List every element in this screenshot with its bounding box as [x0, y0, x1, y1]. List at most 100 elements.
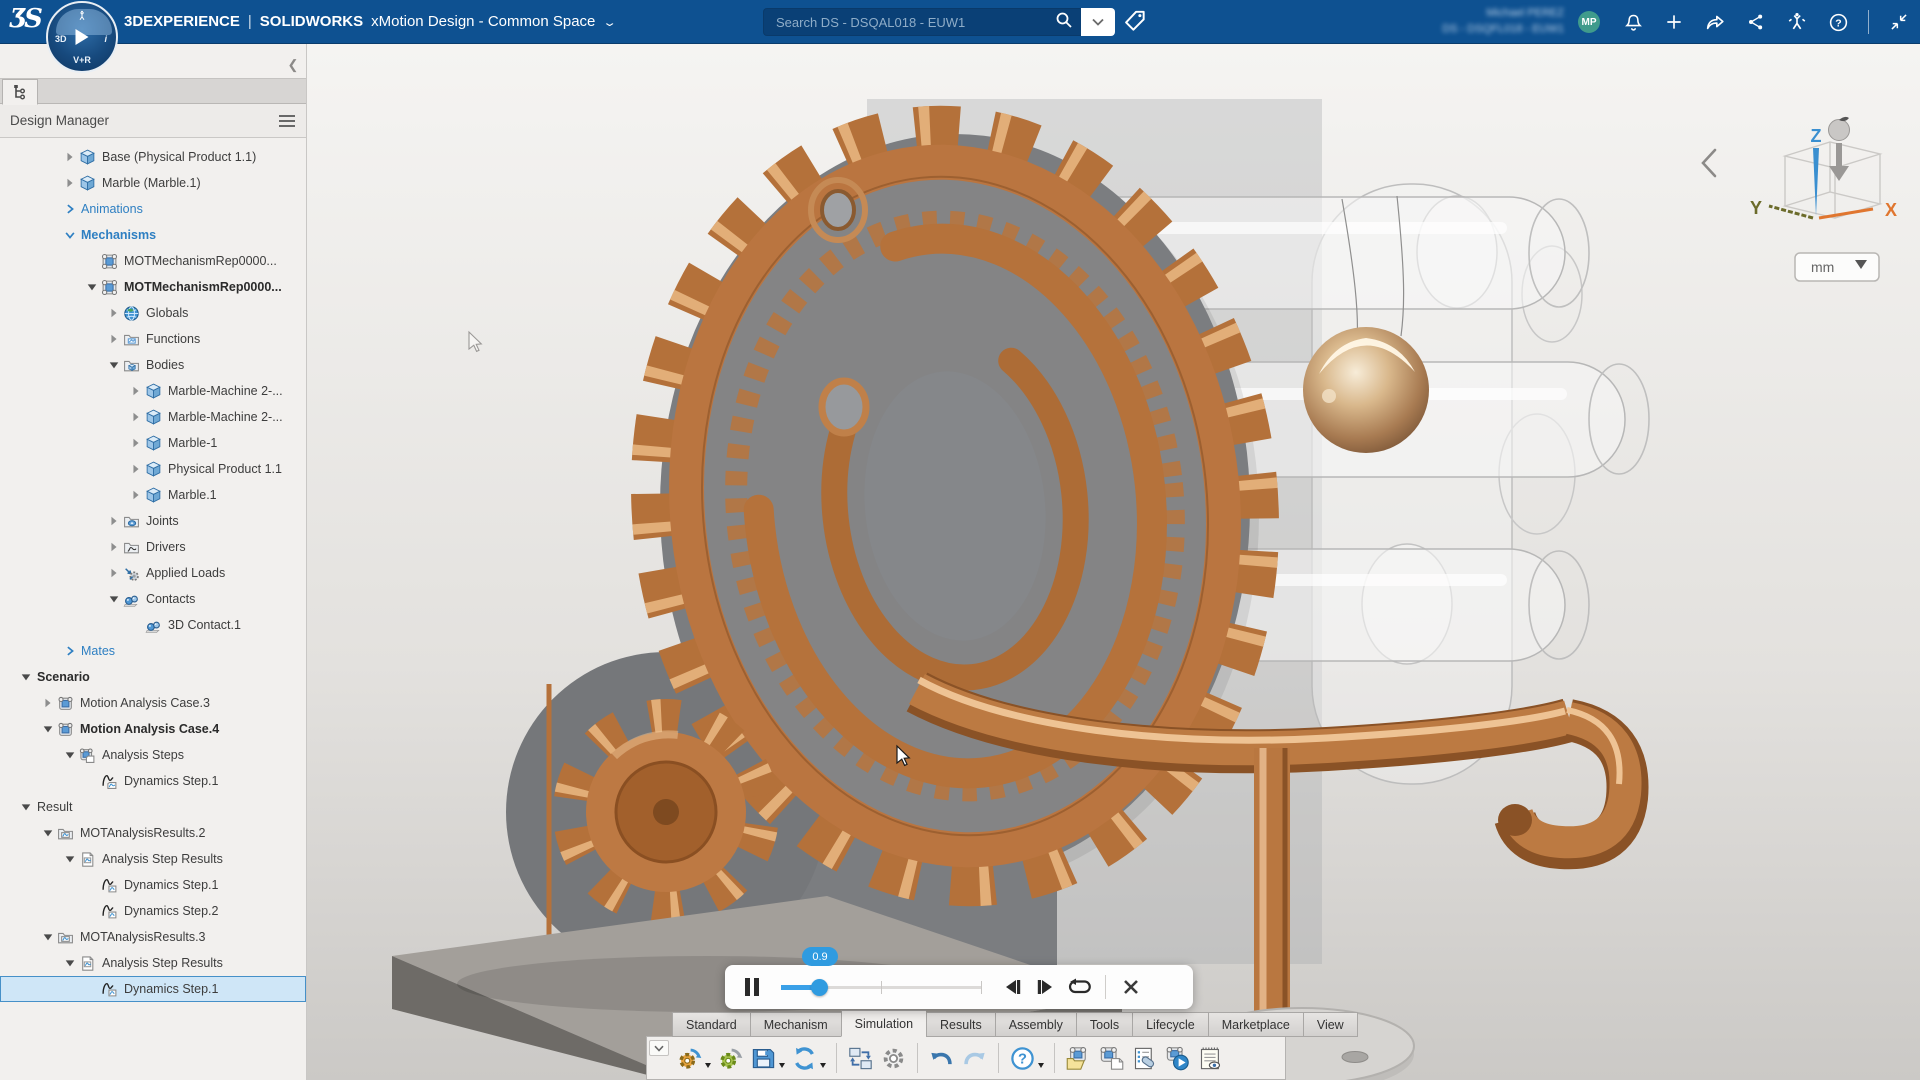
search-icon[interactable] [1055, 11, 1081, 34]
units-dropdown[interactable]: mm [1795, 253, 1879, 281]
tree-item[interactable]: Marble-Machine 2-... [0, 378, 306, 404]
help-icon[interactable]: ? [1827, 11, 1849, 33]
report-button[interactable] [1194, 1040, 1227, 1076]
tree-item[interactable]: Animations [0, 196, 306, 222]
tree-expand-arrow-icon[interactable] [20, 800, 35, 814]
tree-expand-arrow-icon[interactable] [130, 462, 145, 476]
share-icon[interactable] [1704, 11, 1726, 33]
close-player-button[interactable] [1114, 970, 1148, 1004]
notifications-bell-icon[interactable] [1622, 11, 1644, 33]
tree-expand-arrow-icon[interactable] [64, 228, 79, 242]
save-button[interactable] [747, 1040, 788, 1076]
tree-item[interactable]: Joints [0, 508, 306, 534]
tree-item[interactable]: Dynamics Step.2 [0, 898, 306, 924]
tree-item[interactable]: Physical Product 1.1 [0, 456, 306, 482]
tree-expand-arrow-icon[interactable] [130, 436, 145, 450]
tree-item[interactable]: Marble-Machine 2-... [0, 404, 306, 430]
toolbar-collapse-icon[interactable] [649, 1040, 669, 1056]
checklist-button[interactable] [1128, 1040, 1161, 1076]
tree-item[interactable]: Functions [0, 326, 306, 352]
redo-button[interactable] [958, 1040, 991, 1076]
tree-item[interactable]: Result [0, 794, 306, 820]
app-switcher-chevron-icon[interactable]: ⌄ [603, 1, 618, 45]
tree-item[interactable]: Applied Loads [0, 560, 306, 586]
tree-item[interactable]: Dynamics Step.1 [0, 976, 306, 1002]
mech-open-button[interactable] [1062, 1040, 1095, 1076]
tab-lifecycle[interactable]: Lifecycle [1132, 1012, 1208, 1037]
dropdown-arrow-icon[interactable] [705, 1063, 711, 1068]
tree-expand-arrow-icon[interactable] [64, 150, 79, 164]
search-options-dropdown[interactable] [1081, 8, 1115, 36]
tree-expand-arrow-icon[interactable] [108, 540, 123, 554]
tree-item[interactable]: Dynamics Step.1 [0, 768, 306, 794]
tree-expand-arrow-icon[interactable] [64, 644, 79, 658]
update-button[interactable] [673, 1040, 714, 1076]
tree-expand-arrow-icon[interactable] [130, 384, 145, 398]
tree-item[interactable]: Mechanisms [0, 222, 306, 248]
add-content-icon[interactable] [1663, 11, 1685, 33]
tree-item[interactable]: Marble (Marble.1) [0, 170, 306, 196]
tree-expand-arrow-icon[interactable] [42, 826, 57, 840]
tree-item[interactable]: Globals [0, 300, 306, 326]
exit-fullscreen-icon[interactable] [1888, 11, 1910, 33]
3d-viewport[interactable]: Z X Y mm [307, 44, 1920, 1080]
tree-expand-arrow-icon[interactable] [42, 930, 57, 944]
search-input[interactable] [764, 15, 1055, 30]
tree-item[interactable]: Mates [0, 638, 306, 664]
settings-button[interactable] [877, 1040, 910, 1076]
tree-expand-arrow-icon[interactable] [64, 956, 79, 970]
avatar[interactable]: MP [1578, 11, 1600, 33]
tab-mechanism[interactable]: Mechanism [750, 1012, 841, 1037]
tab-tools[interactable]: Tools [1076, 1012, 1132, 1037]
tab-view[interactable]: View [1303, 1012, 1358, 1037]
collaborate-network-icon[interactable] [1745, 11, 1767, 33]
step-forward-button[interactable] [1029, 970, 1063, 1004]
tree-item[interactable]: 3D Contact.1 [0, 612, 306, 638]
tree-item[interactable]: Scenario [0, 664, 306, 690]
update2-button[interactable] [714, 1040, 747, 1076]
tree-item[interactable]: Marble.1 [0, 482, 306, 508]
tree-expand-arrow-icon[interactable] [64, 748, 79, 762]
tree-item[interactable]: MOTMechanismRep0000... [0, 248, 306, 274]
dropdown-arrow-icon[interactable] [779, 1063, 785, 1068]
slider-thumb[interactable] [811, 979, 828, 996]
tree-item[interactable]: Analysis Step Results [0, 846, 306, 872]
tree-expand-arrow-icon[interactable] [130, 410, 145, 424]
tag-icon[interactable] [1122, 8, 1148, 39]
3d-viewport-canvas[interactable]: Z X Y mm [307, 44, 1920, 1080]
panel-menu-icon[interactable] [278, 114, 296, 128]
tree-item[interactable]: Marble-1 [0, 430, 306, 456]
tree-expand-arrow-icon[interactable] [20, 670, 35, 684]
tab-standard[interactable]: Standard [672, 1012, 750, 1037]
tree-item[interactable]: MOTAnalysisResults.3 [0, 924, 306, 950]
tree-expand-arrow-icon[interactable] [108, 332, 123, 346]
undo-button[interactable] [925, 1040, 958, 1076]
tree-item[interactable]: Motion Analysis Case.3 [0, 690, 306, 716]
tree-expand-arrow-icon[interactable] [108, 306, 123, 320]
search-box[interactable] [763, 8, 1115, 36]
tab-simulation[interactable]: Simulation [841, 1010, 926, 1037]
tree-expand-arrow-icon[interactable] [42, 696, 57, 710]
tree-expand-arrow-icon[interactable] [64, 202, 79, 216]
tree-expand-arrow-icon[interactable] [64, 852, 79, 866]
dropdown-arrow-icon[interactable] [1038, 1063, 1044, 1068]
tree-item[interactable]: Analysis Step Results [0, 950, 306, 976]
tab-assembly[interactable]: Assembly [995, 1012, 1076, 1037]
mech-play-button[interactable] [1161, 1040, 1194, 1076]
tree-expand-arrow-icon[interactable] [108, 358, 123, 372]
tree-item[interactable]: Base (Physical Product 1.1) [0, 144, 306, 170]
tab-results[interactable]: Results [926, 1012, 995, 1037]
pause-button[interactable] [735, 970, 769, 1004]
tree-expand-arrow-icon[interactable] [86, 280, 101, 294]
user-assistant-icon[interactable] [1786, 11, 1808, 33]
tree-view-tab[interactable] [2, 79, 38, 105]
tree-expand-arrow-icon[interactable] [42, 722, 57, 736]
tree-item[interactable]: Motion Analysis Case.4 [0, 716, 306, 742]
tree-expand-arrow-icon[interactable] [108, 592, 123, 606]
tree-item[interactable]: Drivers [0, 534, 306, 560]
step-back-button[interactable] [995, 970, 1029, 1004]
mech-page-button[interactable] [1095, 1040, 1128, 1076]
tree-item[interactable]: Bodies [0, 352, 306, 378]
help-button[interactable]: ? [1006, 1040, 1047, 1076]
panel-collapse-icon[interactable]: ❮ [284, 56, 302, 74]
